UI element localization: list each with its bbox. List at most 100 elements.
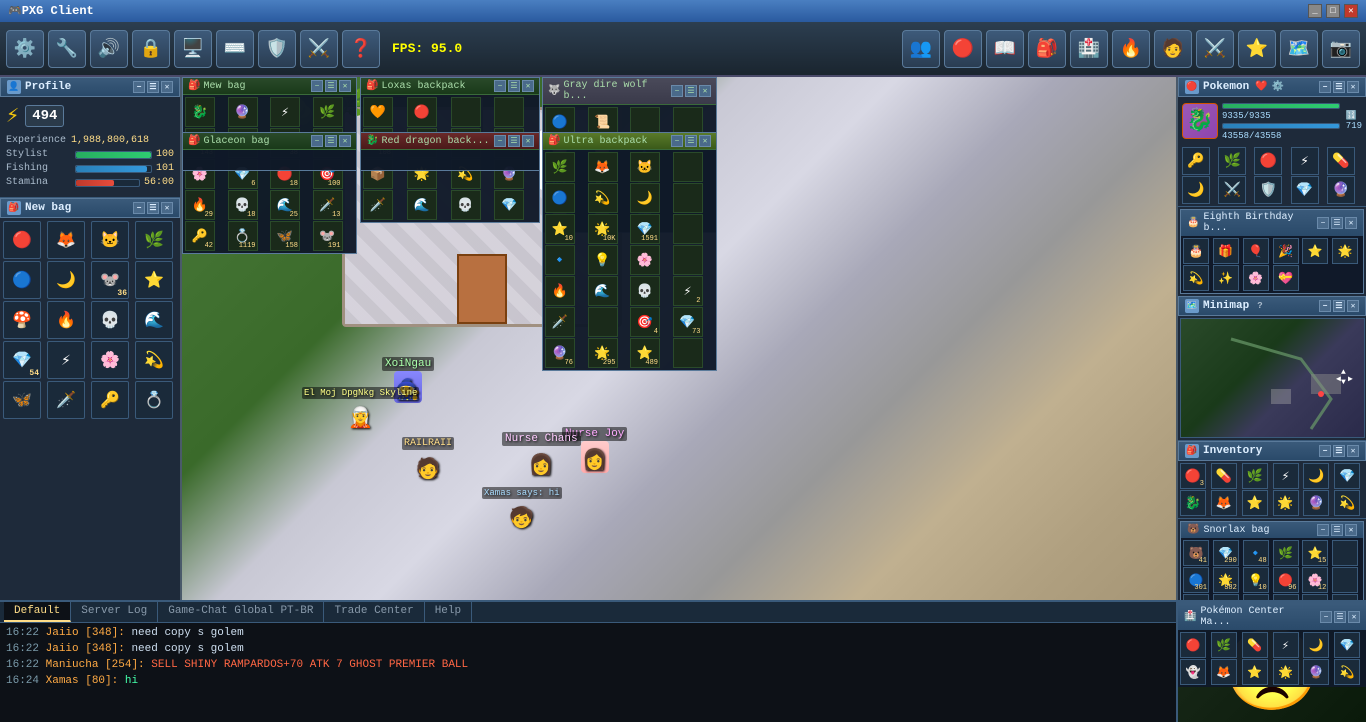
list-item[interactable]: 🔵 (3, 261, 41, 299)
list-item[interactable]: 💀18 (228, 190, 258, 220)
list-item[interactable]: ⚡ (1291, 147, 1319, 175)
list-item[interactable]: 🌟295 (588, 338, 618, 368)
pokecenter-close[interactable]: ✕ (1348, 611, 1360, 623)
red-dragon-minimize[interactable]: − (494, 135, 506, 147)
newbag-settings[interactable]: ☰ (147, 202, 159, 214)
list-item[interactable] (673, 152, 703, 182)
list-item[interactable]: ⚡2 (673, 276, 703, 306)
list-item[interactable]: 🌊 (135, 301, 173, 339)
list-item[interactable]: 🦊 (1211, 490, 1237, 516)
birthday-minimize[interactable]: − (1317, 217, 1329, 229)
list-item[interactable]: 💫 (1334, 659, 1360, 685)
list-item[interactable]: 🐉 (185, 97, 215, 127)
list-item[interactable]: 🐉 (1180, 490, 1206, 516)
list-item[interactable] (451, 97, 481, 127)
list-item[interactable]: 🌸 (1243, 265, 1269, 291)
list-item[interactable]: 💎 (494, 190, 524, 220)
list-item[interactable]: 💫 (1334, 490, 1360, 516)
list-item[interactable]: 🌿 (1273, 540, 1299, 566)
minimize-button[interactable]: _ (1308, 4, 1322, 18)
list-item[interactable]: 🔵301 (1183, 567, 1209, 593)
list-item[interactable]: 🦊 (47, 221, 85, 259)
gray-wolf-settings[interactable]: ☰ (685, 85, 697, 97)
list-item[interactable]: ⭐489 (630, 338, 660, 368)
toolbar-keyboard[interactable]: ⌨️ (216, 30, 254, 68)
red-dragon-settings[interactable]: ☰ (508, 135, 520, 147)
list-item[interactable]: 🦋 (3, 381, 41, 419)
list-item[interactable]: 🌙 (47, 261, 85, 299)
pokecenter-settings[interactable]: ☰ (1334, 611, 1346, 623)
profile-close[interactable]: ✕ (161, 81, 173, 93)
toolbar-shield[interactable]: 🛡️ (258, 30, 296, 68)
minimap-close[interactable]: ✕ (1347, 300, 1359, 312)
list-item[interactable]: 🌿 (135, 221, 173, 259)
list-item[interactable]: 💀 (630, 276, 660, 306)
list-item[interactable]: 🌿 (313, 97, 343, 127)
tab-server-log[interactable]: Server Log (71, 602, 158, 622)
ultra-pack-close[interactable]: ✕ (699, 135, 711, 147)
list-item[interactable]: ⭐ (1242, 659, 1268, 685)
list-item[interactable]: 🗡️ (363, 190, 393, 220)
list-item[interactable]: 🌸 (630, 245, 660, 275)
list-item[interactable]: 🔮 (1303, 659, 1329, 685)
list-item[interactable]: 💎54 (3, 341, 41, 379)
toolbar-camera[interactable]: 📷 (1322, 30, 1360, 68)
list-item[interactable]: 🌟382 (1213, 567, 1239, 593)
list-item[interactable]: 💎 (1334, 463, 1360, 489)
list-item[interactable]: 🌊25 (270, 190, 300, 220)
list-item[interactable] (673, 245, 703, 275)
list-item[interactable]: 🌙 (630, 183, 660, 213)
toolbar-tools[interactable]: 🔧 (48, 30, 86, 68)
inventory-settings[interactable]: ☰ (1333, 445, 1345, 457)
list-item[interactable]: 👻 (1180, 659, 1206, 685)
tab-trade-center[interactable]: Trade Center (324, 602, 424, 622)
list-item[interactable]: 🔹48 (1243, 540, 1269, 566)
toolbar-pokeball[interactable]: 🔴 (944, 30, 982, 68)
list-item[interactable]: 🦊 (588, 152, 618, 182)
list-item[interactable]: 💀 (451, 190, 481, 220)
game-area[interactable]: Nurse Joy 👩 Nurse Chans 👩 XoiNgau 🧙 El M… (182, 77, 1176, 677)
list-item[interactable]: ⭐15 (1302, 540, 1328, 566)
toolbar-help[interactable]: ❓ (342, 30, 380, 68)
list-item[interactable]: ⭐ (1302, 238, 1328, 264)
snorlax-minimize[interactable]: − (1317, 524, 1329, 536)
list-item[interactable]: 🍄 (3, 301, 41, 339)
list-item[interactable]: 🔮76 (545, 338, 575, 368)
list-item[interactable]: 🔮 (1327, 176, 1355, 204)
list-item[interactable]: 🐱 (630, 152, 660, 182)
toolbar-settings[interactable]: ⚙️ (6, 30, 44, 68)
list-item[interactable]: 🌟 (1273, 659, 1299, 685)
list-item[interactable]: 💫 (588, 183, 618, 213)
toolbar-lock[interactable]: 🔒 (132, 30, 170, 68)
glaceon-bag-minimize[interactable]: − (311, 135, 323, 147)
mew-bag-close[interactable]: ✕ (339, 80, 351, 92)
list-item[interactable]: 💊 (1327, 147, 1355, 175)
maximize-button[interactable]: □ (1326, 4, 1340, 18)
list-item[interactable]: 🦊 (1211, 659, 1237, 685)
list-item[interactable]: 🎂 (1183, 238, 1209, 264)
list-item[interactable]: 🌊 (588, 276, 618, 306)
list-item[interactable]: 🎁 (1213, 238, 1239, 264)
list-item[interactable] (673, 214, 703, 244)
snorlax-settings[interactable]: ☰ (1331, 524, 1343, 536)
list-item[interactable]: 🎉 (1273, 238, 1299, 264)
list-item[interactable]: 💝 (1273, 265, 1299, 291)
ultra-pack-minimize[interactable]: − (671, 135, 683, 147)
inventory-minimize[interactable]: − (1319, 445, 1331, 457)
list-item[interactable] (673, 338, 703, 368)
list-item[interactable]: 🔑 (91, 381, 129, 419)
list-item[interactable]: 🔹 (545, 245, 575, 275)
list-item[interactable]: 💎290 (1213, 540, 1239, 566)
list-item[interactable]: 🌙 (1182, 176, 1210, 204)
toolbar-fire[interactable]: 🔥 (1112, 30, 1150, 68)
list-item[interactable]: 🔴96 (1273, 567, 1299, 593)
list-item[interactable]: 💡 (588, 245, 618, 275)
inventory-close[interactable]: ✕ (1347, 445, 1359, 457)
profile-minimize[interactable]: − (133, 81, 145, 93)
list-item[interactable]: 💡10 (1243, 567, 1269, 593)
birthday-settings[interactable]: ☰ (1331, 217, 1343, 229)
ultra-pack-settings[interactable]: ☰ (685, 135, 697, 147)
loxas-close[interactable]: ✕ (522, 80, 534, 92)
gray-wolf-close[interactable]: ✕ (699, 85, 711, 97)
list-item[interactable]: 🔴 (407, 97, 437, 127)
